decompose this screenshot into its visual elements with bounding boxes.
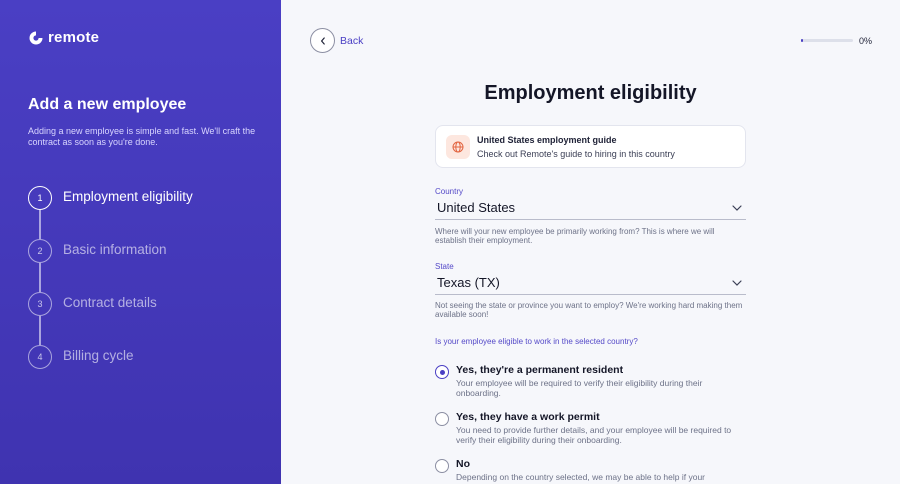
country-label: Country (435, 187, 464, 196)
step-connector (39, 316, 41, 345)
step-connector (39, 210, 41, 239)
eligibility-question: Is your employee eligible to work in the… (435, 337, 638, 346)
page-title: Employment eligibility (484, 82, 697, 104)
guide-title: United States employment guide (477, 135, 617, 145)
progress-text: 0% (859, 36, 873, 46)
step-number: 1 (28, 186, 52, 210)
state-help-text: Not seeing the state or province you wan… (435, 301, 743, 319)
back-button[interactable] (310, 28, 335, 53)
country-value: United States (437, 200, 516, 215)
brand-logo[interactable]: remote (29, 29, 99, 46)
option-description: Depending on the country selected, we ma… (456, 472, 706, 482)
step-connector (39, 263, 41, 292)
sidebar-description: Adding a new employee is simple and fast… (28, 126, 256, 147)
step-label: Employment eligibility (63, 189, 193, 204)
step-number: 4 (28, 345, 52, 369)
step-label: Billing cycle (63, 348, 134, 363)
sidebar: remote Add a new employee Adding a new e… (0, 0, 281, 484)
employment-guide-card[interactable]: United States employment guide Check out… (435, 125, 746, 168)
chevron-down-icon (732, 279, 742, 286)
sidebar-title: Add a new employee (28, 96, 187, 113)
option-title: No (456, 458, 470, 470)
step-number: 3 (28, 292, 52, 316)
step-billing-cycle[interactable]: 4 Billing cycle (28, 345, 193, 398)
state-value: Texas (TX) (437, 275, 500, 290)
radio-work-permit[interactable] (435, 412, 449, 426)
step-label: Contract details (63, 295, 157, 310)
country-select[interactable]: United States (435, 196, 746, 220)
chevron-down-icon (732, 204, 742, 211)
option-description: Your employee will be required to verify… (456, 378, 703, 398)
state-label: State (435, 262, 454, 271)
main-content: Back 0% Employment eligibility United St… (281, 0, 900, 484)
progress-fill (801, 39, 804, 42)
step-basic-information[interactable]: 2 Basic information (28, 239, 193, 292)
radio-permanent-resident[interactable] (435, 365, 449, 379)
progress-bar (801, 39, 853, 42)
option-title: Yes, they have a work permit (456, 411, 600, 423)
stepper: 1 Employment eligibility 2 Basic informa… (28, 186, 193, 398)
guide-subtitle: Check out Remote's guide to hiring in th… (477, 149, 675, 159)
remote-logo-icon (29, 31, 43, 44)
option-description: You need to provide further details, and… (456, 425, 732, 445)
globe-icon (452, 141, 464, 153)
state-select[interactable]: Texas (TX) (435, 271, 746, 295)
step-contract-details[interactable]: 3 Contract details (28, 292, 193, 345)
back-link[interactable]: Back (340, 35, 363, 47)
chevron-left-icon (320, 36, 325, 45)
brand-name: remote (48, 29, 100, 46)
step-number: 2 (28, 239, 52, 263)
step-employment-eligibility[interactable]: 1 Employment eligibility (28, 186, 193, 239)
option-title: Yes, they're a permanent resident (456, 364, 624, 376)
country-help-text: Where will your new employee be primaril… (435, 227, 715, 245)
radio-no[interactable] (435, 459, 449, 473)
guide-icon-badge (446, 135, 470, 159)
step-label: Basic information (63, 242, 167, 257)
